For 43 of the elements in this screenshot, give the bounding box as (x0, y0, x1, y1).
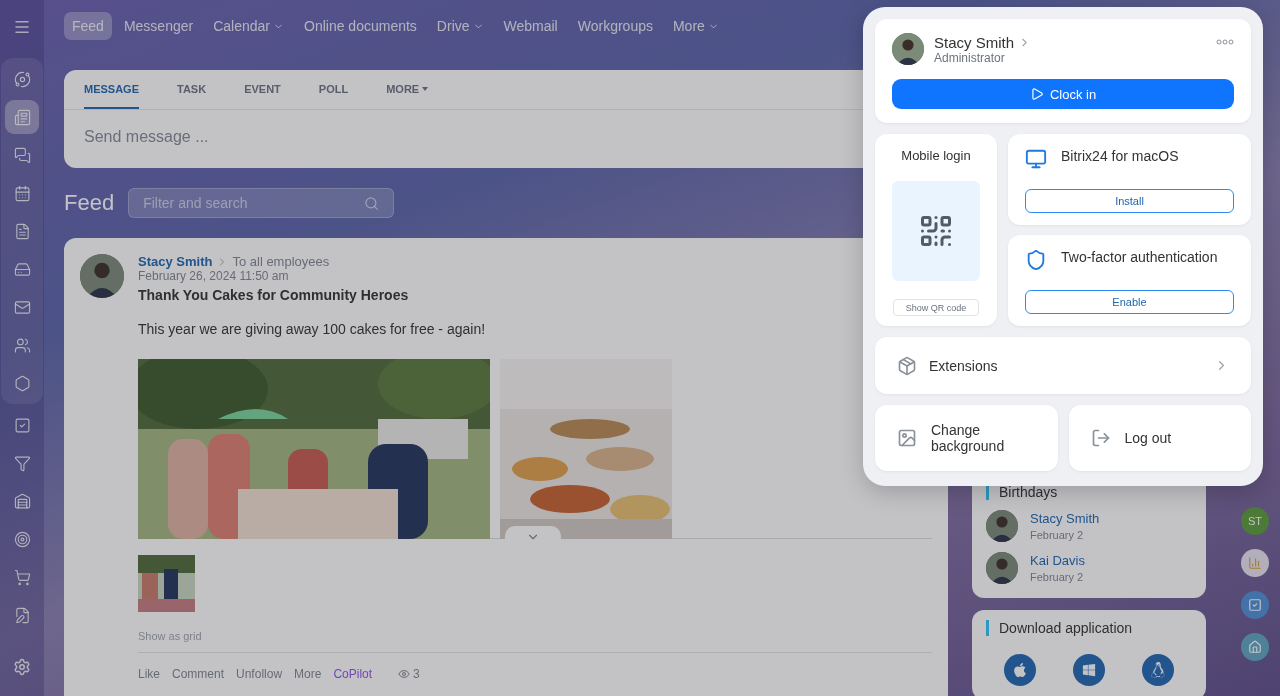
composer-tab[interactable]: EVENT (244, 70, 281, 109)
nav-tab[interactable]: More (664, 12, 727, 40)
user-role: Administrator (934, 50, 1006, 65)
post-text: This year we are giving away 100 cakes for free - again! (138, 321, 486, 337)
user-avatar[interactable]: ST (1241, 507, 1269, 535)
action-link[interactable]: More (294, 667, 322, 681)
show-qr-button[interactable]: Show QR code (893, 299, 979, 316)
action-link[interactable]: Like (138, 667, 160, 681)
widget-title: Download application (986, 620, 1192, 636)
action-link[interactable]: Comment (172, 667, 225, 681)
nav-tab[interactable]: Calendar (205, 12, 292, 40)
composer-tab[interactable]: POLL (318, 70, 349, 109)
user-name[interactable]: Stacy Smith (934, 33, 1015, 51)
author-link[interactable]: Stacy Smith (138, 254, 213, 269)
clock-in-button[interactable]: Clock in (892, 79, 1234, 109)
post-title: Thank You Cakes for Community Heroes (138, 287, 409, 303)
composer-tab[interactable]: TASK (177, 70, 207, 109)
person-link[interactable]: Stacy Smith (1030, 511, 1100, 526)
nav-tab[interactable]: Drive (428, 12, 492, 40)
action-button[interactable]: Enable (1025, 290, 1234, 314)
post-date: February 26, 2024 11:50 am (138, 269, 289, 283)
nav-tab[interactable]: Online documents (296, 12, 425, 40)
mobile-login-title: Mobile login (901, 148, 971, 163)
views-count: 3 (398, 667, 420, 681)
recipient-text: To all employees (232, 254, 330, 269)
nav-tab[interactable]: Webmail (495, 12, 566, 40)
feature-title: Bitrix24 for macOS (1061, 148, 1179, 164)
action-link[interactable]: Unfollow (236, 667, 283, 681)
birthday-date: February 2 (1030, 529, 1085, 541)
nav-tab[interactable]: Messenger (115, 12, 202, 40)
nav-tab[interactable]: Workgroups (569, 12, 661, 40)
extensions-item[interactable]: Extensions (875, 337, 1251, 394)
show-as-grid-link[interactable]: Show as grid (138, 630, 932, 653)
birthday-date: February 2 (1030, 571, 1085, 583)
log-out-item[interactable]: Log out (1068, 405, 1251, 471)
composer-tab[interactable]: MORE (386, 70, 429, 109)
change-background-item[interactable]: Change background (875, 405, 1058, 471)
action-button[interactable]: Install (1025, 189, 1234, 213)
page-title: Feed (64, 190, 115, 216)
person-link[interactable]: Kai Davis (1030, 553, 1085, 568)
feature-title: Two-factor authentication (1061, 249, 1218, 265)
composer-tab[interactable]: MESSAGE (84, 70, 139, 109)
copilot-link[interactable]: CoPilot (333, 667, 373, 681)
